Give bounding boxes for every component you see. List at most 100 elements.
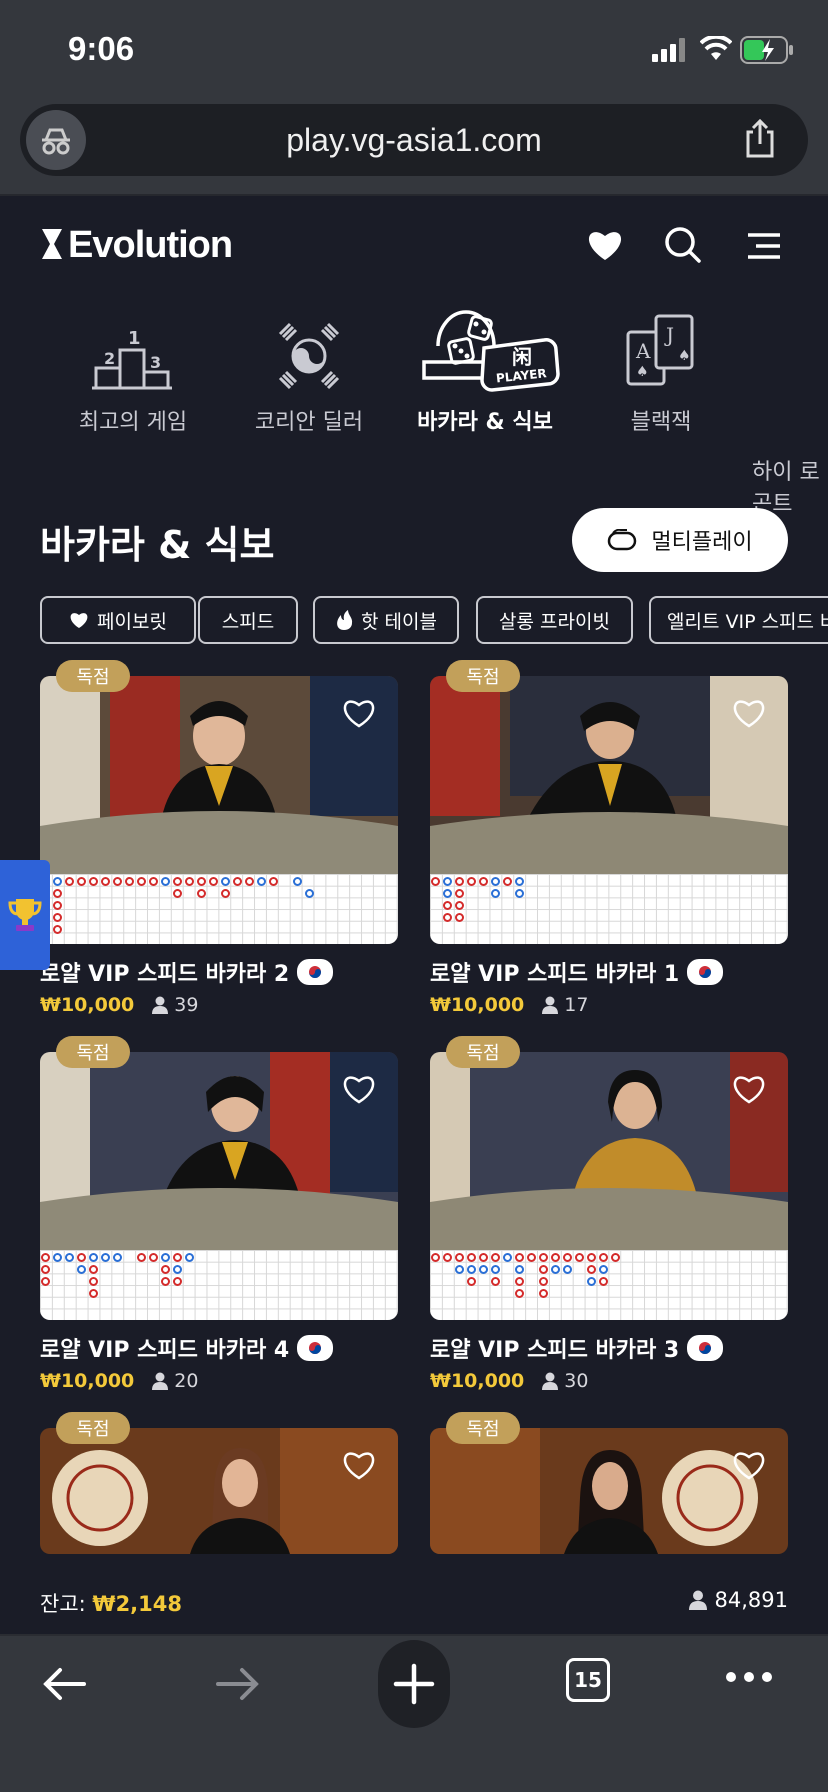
user-icon [542, 1372, 559, 1390]
player-count: 20 [152, 1370, 198, 1392]
menu-icon[interactable] [746, 232, 782, 260]
forward-arrow-icon[interactable] [214, 1664, 262, 1704]
bead-road [40, 874, 398, 944]
status-bar: 9:06 [0, 0, 828, 96]
share-icon[interactable] [740, 118, 780, 160]
game-card[interactable]: 독점 로얄 VIP 스피드 바카라 3 ₩10,000 30 [430, 1036, 788, 1392]
favorite-heart-icon[interactable] [732, 698, 766, 728]
favorite-heart-icon[interactable] [342, 1074, 376, 1104]
filter-speed[interactable]: 스피드 [198, 596, 298, 644]
category-label: 코리안 딜러 [254, 410, 364, 435]
trophy-icon [8, 899, 42, 931]
favorite-heart-icon[interactable] [732, 1074, 766, 1104]
balance-label: 잔고: [40, 1592, 86, 1616]
evolution-logo[interactable]: Evolution [40, 224, 233, 267]
game-thumbnail[interactable] [40, 1052, 398, 1320]
korean-flag-icon [278, 322, 340, 390]
plus-icon [393, 1663, 435, 1705]
category-top-games[interactable]: 1 2 3 최고의 게임 [48, 308, 218, 436]
korea-flag-icon [297, 959, 334, 985]
dragon-icon [800, 333, 828, 423]
exclusive-badge: 독점 [56, 660, 130, 692]
game-title: 로얄 VIP 스피드 바카라 1 [430, 956, 724, 988]
min-bet: ₩10,000 [430, 994, 525, 1016]
online-players: 84,891 [688, 1588, 788, 1612]
heart-icon [70, 613, 88, 628]
multiplay-icon [608, 529, 637, 551]
svg-text:♠: ♠ [636, 364, 649, 380]
bead-road [40, 1250, 398, 1320]
category-korean-dealer[interactable]: 코리안 딜러 [224, 308, 394, 436]
game-meta: ₩10,000 39 [40, 994, 198, 1016]
dealer-video-image [40, 1428, 398, 1554]
player-count: 17 [542, 994, 588, 1016]
back-arrow-icon[interactable] [40, 1664, 88, 1704]
category-label: 블랙잭 [630, 410, 692, 435]
filter-hot-tables[interactable]: 핫 테이블 [313, 596, 459, 644]
new-tab-button[interactable] [378, 1640, 450, 1728]
section-title: 바카라 & 식보 [40, 523, 275, 567]
address-bar[interactable]: play.vg-asia1.com [20, 104, 808, 176]
bead-road [430, 1250, 788, 1320]
svg-text:1: 1 [128, 328, 141, 349]
more-options-icon[interactable] [724, 1670, 774, 1684]
game-thumbnail[interactable] [430, 676, 788, 944]
tabs-button[interactable]: 15 [566, 1658, 610, 1702]
game-card[interactable]: 독점 로얄 VIP 스피드 바카라 2 ₩10,000 39 [40, 660, 398, 1016]
game-meta: ₩10,000 17 [430, 994, 588, 1016]
game-card[interactable]: 독점 로얄 VIP 스피드 바카라 1 ₩10,000 17 [430, 660, 788, 1016]
game-title: 로얄 VIP 스피드 바카라 2 [40, 956, 334, 988]
korea-flag-icon [297, 1335, 334, 1361]
browser-bottom-toolbar: 15 [0, 1634, 828, 1792]
game-card[interactable]: 독점 [40, 1412, 398, 1554]
favorite-heart-icon[interactable] [342, 1450, 376, 1480]
playing-cards-icon: A J ♠ ♠ [626, 314, 694, 386]
min-bet: ₩10,000 [430, 1370, 525, 1392]
svg-text:闲: 闲 [512, 345, 532, 369]
dealer-video-image [430, 1428, 788, 1554]
filter-favorites[interactable]: 페이보릿 [40, 596, 196, 644]
game-thumbnail[interactable] [40, 676, 398, 944]
browser-toolbar: play.vg-asia1.com [0, 96, 828, 196]
tab-count: 15 [574, 1668, 602, 1692]
svg-text:A: A [635, 339, 651, 363]
flame-icon [337, 610, 353, 630]
korea-flag-icon [687, 959, 724, 985]
category-label: 최고의 게임 [78, 410, 188, 435]
logo-text: Evolution [68, 224, 233, 266]
tournament-tab[interactable] [0, 860, 50, 970]
balance-value: ₩2,148 [92, 1592, 182, 1616]
game-meta: ₩10,000 30 [430, 1370, 588, 1392]
wifi-icon [700, 36, 732, 60]
game-thumbnail[interactable] [40, 1428, 398, 1554]
svg-text:3: 3 [150, 353, 161, 372]
category-hilo[interactable]: 하이 로 곤트 [752, 308, 828, 518]
search-icon[interactable] [664, 226, 702, 264]
favorites-heart-icon[interactable] [586, 228, 624, 262]
page-content: Evolution 1 2 3 최고의 게임 코리안 딜러 闲 PLAYER 바… [0, 198, 828, 1634]
filter-elite-vip-speed[interactable]: 엘리트 VIP 스피드 바 [649, 596, 828, 644]
dice-baccarat-icon: 闲 PLAYER [422, 310, 560, 392]
user-icon [542, 996, 559, 1014]
multiplay-button[interactable]: 멀티플레이 [572, 508, 788, 572]
game-card[interactable]: 독점 로얄 VIP 스피드 바카라 4 ₩10,000 20 [40, 1036, 398, 1392]
game-card[interactable]: 독점 [430, 1412, 788, 1554]
game-thumbnail[interactable] [430, 1052, 788, 1320]
game-thumbnail[interactable] [430, 1428, 788, 1554]
exclusive-badge: 독점 [446, 1412, 520, 1444]
filter-label: 살롱 프라이빗 [499, 610, 610, 633]
svg-text:J: J [664, 323, 674, 347]
exclusive-badge: 독점 [446, 660, 520, 692]
svg-text:♠: ♠ [678, 348, 691, 364]
url-text[interactable]: play.vg-asia1.com [20, 122, 808, 159]
user-icon [688, 1590, 707, 1610]
category-blackjack[interactable]: A J ♠ ♠ 블랙잭 [576, 308, 746, 436]
signal-icon [652, 38, 685, 62]
filter-salon-prive[interactable]: 살롱 프라이빗 [476, 596, 633, 644]
favorite-heart-icon[interactable] [732, 1450, 766, 1480]
filter-label: 엘리트 VIP 스피드 바 [667, 610, 828, 633]
battery-icon [740, 36, 793, 64]
category-baccarat-sicbo[interactable]: 闲 PLAYER 바카라 & 식보 [400, 296, 570, 436]
exclusive-badge: 독점 [56, 1412, 130, 1444]
favorite-heart-icon[interactable] [342, 698, 376, 728]
